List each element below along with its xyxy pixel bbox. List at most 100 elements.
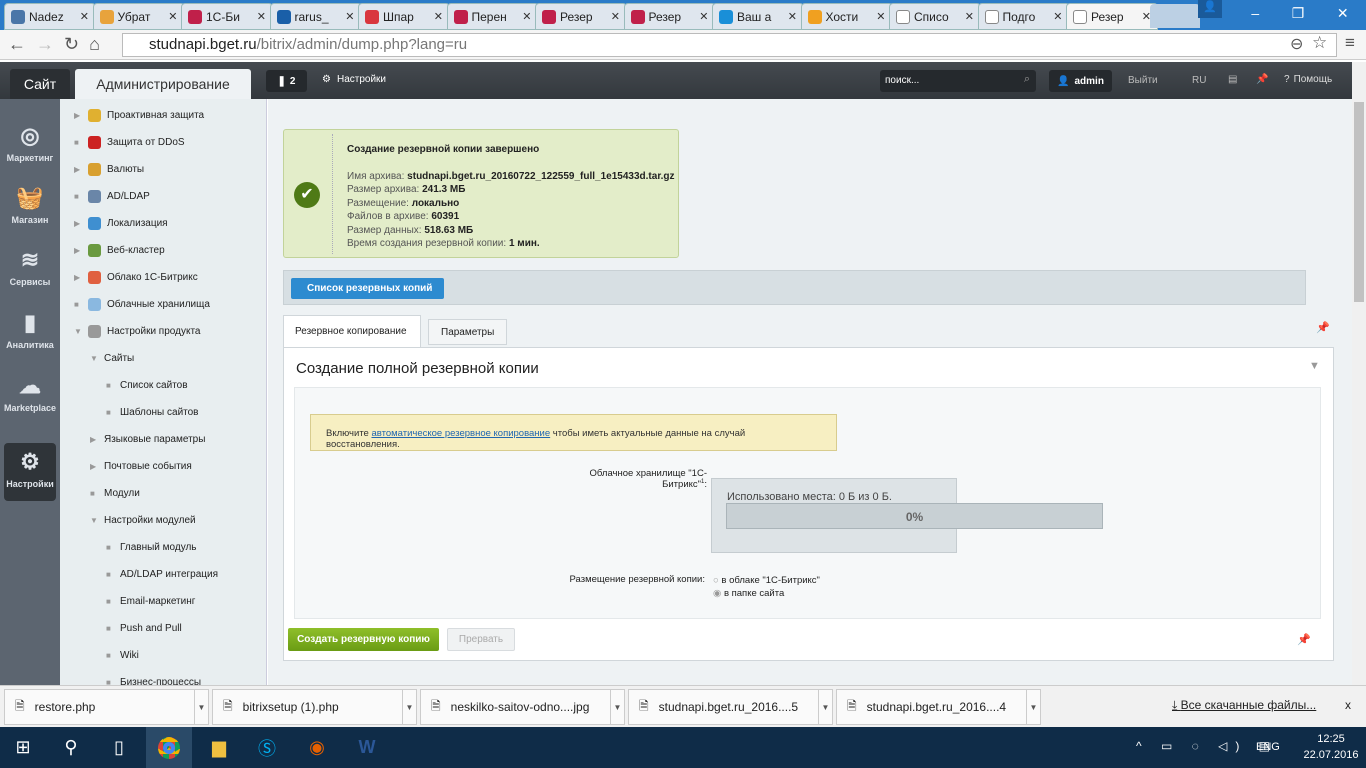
download-menu-icon[interactable]: ▼ <box>402 690 416 724</box>
browser-tab[interactable]: Резер ✕ <box>535 3 627 30</box>
menu-item[interactable]: ▶ Веб-кластер <box>74 240 165 260</box>
tab-close-icon[interactable]: ✕ <box>611 10 620 23</box>
menu-item[interactable]: ■ Модули <box>90 483 140 503</box>
bullet-icon[interactable]: ■ <box>106 624 114 633</box>
search-box[interactable]: поиск... ⌕ <box>880 70 1036 92</box>
menu-item[interactable]: ■ AD/LDAP интеграция <box>106 564 218 584</box>
menu-item[interactable]: ▶ Языковые параметры <box>90 429 205 449</box>
menu-item[interactable]: ■ Email-маркетинг <box>106 591 195 611</box>
menu-item[interactable]: ■ Главный модуль <box>106 537 197 557</box>
backup-list-button[interactable]: Список резервных копий <box>291 278 445 299</box>
logout-link[interactable]: Выйти <box>1128 75 1158 86</box>
collapse-icon[interactable]: ▼ <box>1309 360 1320 372</box>
profile-icon[interactable]: 👤 <box>1198 0 1222 18</box>
search-icon[interactable]: ⚲ <box>48 727 94 768</box>
home-icon[interactable]: ⌂ <box>89 34 110 54</box>
settings-button[interactable]: ⚙ Настройки <box>322 74 386 85</box>
all-downloads-link[interactable]: ⤓ Все скачанные файлы... <box>1172 698 1316 713</box>
bullet-icon[interactable]: ■ <box>106 570 114 579</box>
menu-item[interactable]: ▼ Настройки продукта <box>74 321 200 341</box>
expand-arrow-icon[interactable]: ▶ <box>74 219 82 228</box>
menu-item[interactable]: ■ Wiki <box>106 645 139 665</box>
menu-item[interactable]: ▶ Проактивная защита <box>74 105 204 125</box>
expand-arrow-icon[interactable]: ▶ <box>90 435 98 444</box>
browser-tab[interactable]: Шпар ✕ <box>358 3 450 30</box>
menu-item[interactable]: ▼ Сайты <box>90 348 134 368</box>
tab-params[interactable]: Параметры <box>428 319 507 345</box>
bullet-icon[interactable]: ■ <box>106 597 114 606</box>
close-downloads-button[interactable]: x <box>1345 698 1351 712</box>
skype-icon[interactable]: Ⓢ <box>244 727 290 768</box>
url-input[interactable]: studnapi.bget.ru/bitrix/admin/dump.php?l… <box>122 33 1337 57</box>
browser-tab[interactable]: Перен ✕ <box>446 3 539 30</box>
forward-icon[interactable]: → <box>36 34 64 54</box>
expand-arrow-icon[interactable]: ▶ <box>74 246 82 255</box>
menu-item[interactable]: ■ Облачные хранилища <box>74 294 210 314</box>
task-view-icon[interactable]: ▯ <box>96 727 142 768</box>
iconbar-item-магазин[interactable]: 🧺 Магазин <box>4 179 56 237</box>
menu-item[interactable]: ■ Защита от DDoS <box>74 132 185 152</box>
expand-arrow-icon[interactable]: ▶ <box>74 111 82 120</box>
tab-close-icon[interactable]: ✕ <box>80 10 89 23</box>
download-item[interactable]: 🗎 bitrixsetup (1).php ▼ <box>212 689 417 725</box>
menu-item[interactable]: ▶ Почтовые события <box>90 456 192 476</box>
maximize-icon[interactable]: ❐ <box>1292 5 1305 22</box>
bullet-icon[interactable]: ■ <box>106 678 114 686</box>
browser-tab[interactable]: Ваш а ✕ <box>712 3 804 30</box>
expand-arrow-icon[interactable]: ▼ <box>90 516 98 525</box>
pin-icon[interactable]: 📌 <box>1256 74 1268 85</box>
menu-item[interactable]: ▼ Настройки модулей <box>90 510 196 530</box>
expand-arrow-icon[interactable]: ▶ <box>90 462 98 471</box>
bullet-icon[interactable]: ■ <box>106 381 114 390</box>
abort-button[interactable]: Прервать <box>447 628 515 651</box>
browser-tab[interactable]: Резер ✕ <box>1066 3 1158 30</box>
menu-item[interactable]: ■ Шаблоны сайтов <box>106 402 199 422</box>
bullet-icon[interactable]: ■ <box>74 138 82 147</box>
bullet-icon[interactable]: ■ <box>106 408 114 417</box>
download-item[interactable]: 🗎 restore.php ▼ <box>4 689 209 725</box>
iconbar-item-настройки[interactable]: ⚙ Настройки <box>4 443 56 501</box>
placement-option[interactable]: ◉ в папке сайта <box>713 587 820 600</box>
browser-tab[interactable]: Nadez ✕ <box>4 3 96 30</box>
placement-option[interactable]: ○ в облаке "1С-Битрикс" <box>713 574 820 587</box>
menu-item[interactable]: ■ Бизнес-процессы <box>106 672 201 686</box>
download-menu-icon[interactable]: ▼ <box>818 690 832 724</box>
iconbar-item-аналитика[interactable]: ▮ Аналитика <box>4 304 56 362</box>
expand-arrow-icon[interactable]: ▶ <box>74 273 82 282</box>
auto-backup-link[interactable]: автоматическое резервное копирование <box>371 428 550 439</box>
bullet-icon[interactable]: ■ <box>74 192 82 201</box>
download-menu-icon[interactable]: ▼ <box>610 690 624 724</box>
reload-icon[interactable]: ↻ <box>64 34 89 54</box>
menu-item[interactable]: ■ AD/LDAP <box>74 186 150 206</box>
download-menu-icon[interactable]: ▼ <box>194 690 208 724</box>
expand-arrow-icon[interactable]: ▼ <box>74 327 82 336</box>
radio-button[interactable]: ◉ <box>713 588 724 599</box>
browser-tab[interactable]: 1С-Би ✕ <box>181 3 273 30</box>
user-button[interactable]: 👤 admin <box>1049 70 1112 92</box>
expand-arrow-icon[interactable]: ▶ <box>74 165 82 174</box>
scrollbar[interactable] <box>1352 62 1366 685</box>
menu-icon[interactable]: ≡ <box>1345 33 1355 53</box>
tab-backup[interactable]: Резервное копирование <box>283 315 421 348</box>
site-tab[interactable]: Сайт <box>10 69 70 99</box>
tab-close-icon[interactable]: ✕ <box>788 10 797 23</box>
menu-item[interactable]: ▶ Валюты <box>74 159 144 179</box>
browser-tab[interactable]: Резер ✕ <box>623 3 716 30</box>
clock[interactable]: 12:25 22.07.2016 <box>1300 731 1362 763</box>
search-icon[interactable]: ⌕ <box>1024 73 1030 86</box>
tab-close-icon[interactable]: ✕ <box>1053 10 1062 23</box>
browser-tab[interactable]: Подго ✕ <box>977 3 1070 30</box>
download-menu-icon[interactable]: ▼ <box>1026 690 1040 724</box>
bullet-icon[interactable]: ■ <box>106 543 114 552</box>
admin-tab[interactable]: Администрирование <box>75 69 251 99</box>
language-switch[interactable]: RU <box>1192 75 1206 86</box>
download-item[interactable]: 🗎 studnapi.bget.ru_2016....5 ▼ <box>628 689 833 725</box>
expand-arrow-icon[interactable]: ▼ <box>90 354 98 363</box>
help-link[interactable]: ? Помощь <box>1284 74 1332 85</box>
tab-close-icon[interactable]: ✕ <box>522 10 531 23</box>
browser-tab[interactable]: Убрат ✕ <box>92 3 185 30</box>
chrome-icon[interactable] <box>146 727 192 768</box>
browser-tab[interactable]: Списо ✕ <box>889 3 981 30</box>
word-icon[interactable]: W <box>344 727 390 768</box>
browser-tab[interactable]: rarus_ ✕ <box>269 3 362 30</box>
